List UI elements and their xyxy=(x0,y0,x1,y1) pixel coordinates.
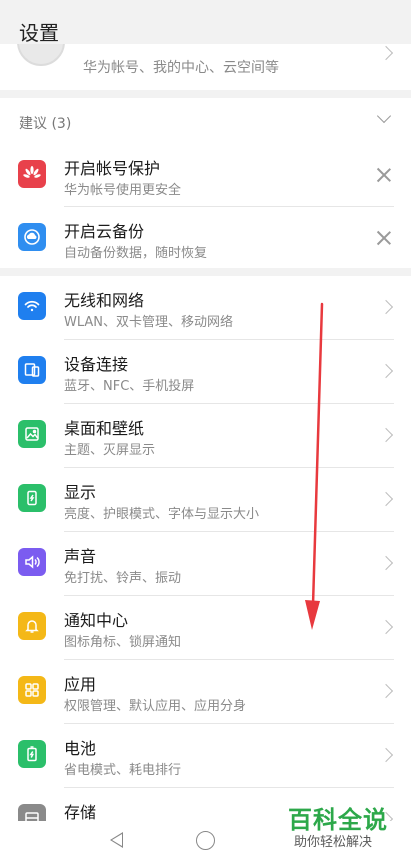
chevron-right-icon xyxy=(378,299,394,315)
chevron-right-icon xyxy=(378,555,394,571)
swipe-down-arrow-icon xyxy=(305,302,324,630)
settings-item-subtitle: 亮度、护眼模式、字体与显示大小 xyxy=(64,507,260,522)
settings-item-title: 应用 xyxy=(64,675,97,694)
suggestion-title: 开启帐号保护 xyxy=(64,159,161,178)
wallpaper-icon xyxy=(18,420,46,448)
chevron-right-icon xyxy=(378,619,394,635)
huawei-logo-icon xyxy=(18,160,46,188)
page-title: 设置 xyxy=(19,21,59,45)
battery-icon xyxy=(18,740,46,768)
apps-grid-icon xyxy=(18,676,46,704)
settings-item-title: 设备连接 xyxy=(64,355,129,374)
settings-item-subtitle: 图标角标、锁屏通知 xyxy=(64,635,182,650)
storage-icon xyxy=(18,804,46,821)
device-connect-icon xyxy=(18,356,46,384)
settings-item-subtitle: 主题、灭屏显示 xyxy=(64,443,156,458)
chevron-right-icon xyxy=(378,683,394,699)
settings-item-device-connection[interactable]: 设备连接 蓝牙、NFC、手机投屏 xyxy=(0,340,411,404)
settings-item-wireless-network[interactable]: 无线和网络 WLAN、双卡管理、移动网络 xyxy=(0,276,411,340)
account-subtitle: 华为帐号、我的中心、云空间等 xyxy=(83,60,279,76)
watermark-logo: 百科全说 xyxy=(288,806,388,834)
chevron-right-icon xyxy=(378,747,394,763)
settings-item-title: 通知中心 xyxy=(64,611,129,630)
settings-item-battery[interactable]: 电池 省电模式、耗电排行 xyxy=(0,724,411,788)
suggestion-subtitle: 华为帐号使用更安全 xyxy=(64,183,182,198)
account-card[interactable]: 华为帐号、我的中心、云空间等 xyxy=(0,44,411,90)
settings-item-subtitle: 权限管理、默认应用、应用分身 xyxy=(64,699,247,714)
chevron-right-icon xyxy=(378,491,394,507)
settings-item-subtitle: WLAN、双卡管理、移动网络 xyxy=(64,315,234,330)
bell-icon xyxy=(18,612,46,640)
settings-item-apps[interactable]: 应用 权限管理、默认应用、应用分身 xyxy=(0,660,411,724)
avatar xyxy=(17,44,65,66)
settings-list: 无线和网络 WLAN、双卡管理、移动网络 设备连接 蓝牙、NFC、手机投屏 桌面… xyxy=(0,276,411,821)
suggestion-item-cloud-backup[interactable]: 开启云备份 自动备份数据，随时恢复 xyxy=(0,207,411,270)
chevron-right-icon xyxy=(378,427,394,443)
settings-item-title: 桌面和壁纸 xyxy=(64,419,145,438)
settings-item-title: 存储 xyxy=(64,803,97,821)
home-icon[interactable] xyxy=(196,831,215,850)
back-icon[interactable] xyxy=(110,832,123,848)
settings-item-subtitle: 省电模式、耗电排行 xyxy=(64,763,182,778)
suggestion-title: 开启云备份 xyxy=(64,222,145,241)
chevron-right-icon xyxy=(378,45,394,61)
close-icon[interactable] xyxy=(377,168,391,182)
chevron-right-icon xyxy=(378,363,394,379)
suggestions-section: 建议 (3) 开启帐号保护 华为帐号使用更安全 开启云备份 自动备份数据，随时恢… xyxy=(0,98,411,268)
settings-item-notification-center[interactable]: 通知中心 图标角标、锁屏通知 xyxy=(0,596,411,660)
suggestion-subtitle: 自动备份数据，随时恢复 xyxy=(64,246,208,261)
settings-item-display[interactable]: 显示 亮度、护眼模式、字体与显示大小 xyxy=(0,468,411,532)
settings-item-sound[interactable]: 声音 免打扰、铃声、振动 xyxy=(0,532,411,596)
sound-icon xyxy=(18,548,46,576)
suggestions-title: 建议 (3) xyxy=(19,116,72,132)
cloud-backup-icon xyxy=(18,223,46,251)
settings-item-title: 电池 xyxy=(64,739,97,758)
settings-item-title: 声音 xyxy=(64,547,97,566)
chevron-down-icon[interactable] xyxy=(376,108,392,124)
settings-item-subtitle: 蓝牙、NFC、手机投屏 xyxy=(64,379,195,394)
suggestion-item-account-protection[interactable]: 开启帐号保护 华为帐号使用更安全 xyxy=(0,144,411,207)
settings-item-title: 无线和网络 xyxy=(64,291,145,310)
suggestions-header[interactable]: 建议 (3) xyxy=(0,98,411,144)
settings-item-subtitle: 免打扰、铃声、振动 xyxy=(64,571,182,586)
settings-item-home-wallpaper[interactable]: 桌面和壁纸 主题、灭屏显示 xyxy=(0,404,411,468)
watermark-tagline: 助你轻松解决 xyxy=(294,835,373,850)
settings-item-title: 显示 xyxy=(64,483,97,502)
close-icon[interactable] xyxy=(377,231,391,245)
display-icon xyxy=(18,484,46,512)
wifi-icon xyxy=(18,292,46,320)
